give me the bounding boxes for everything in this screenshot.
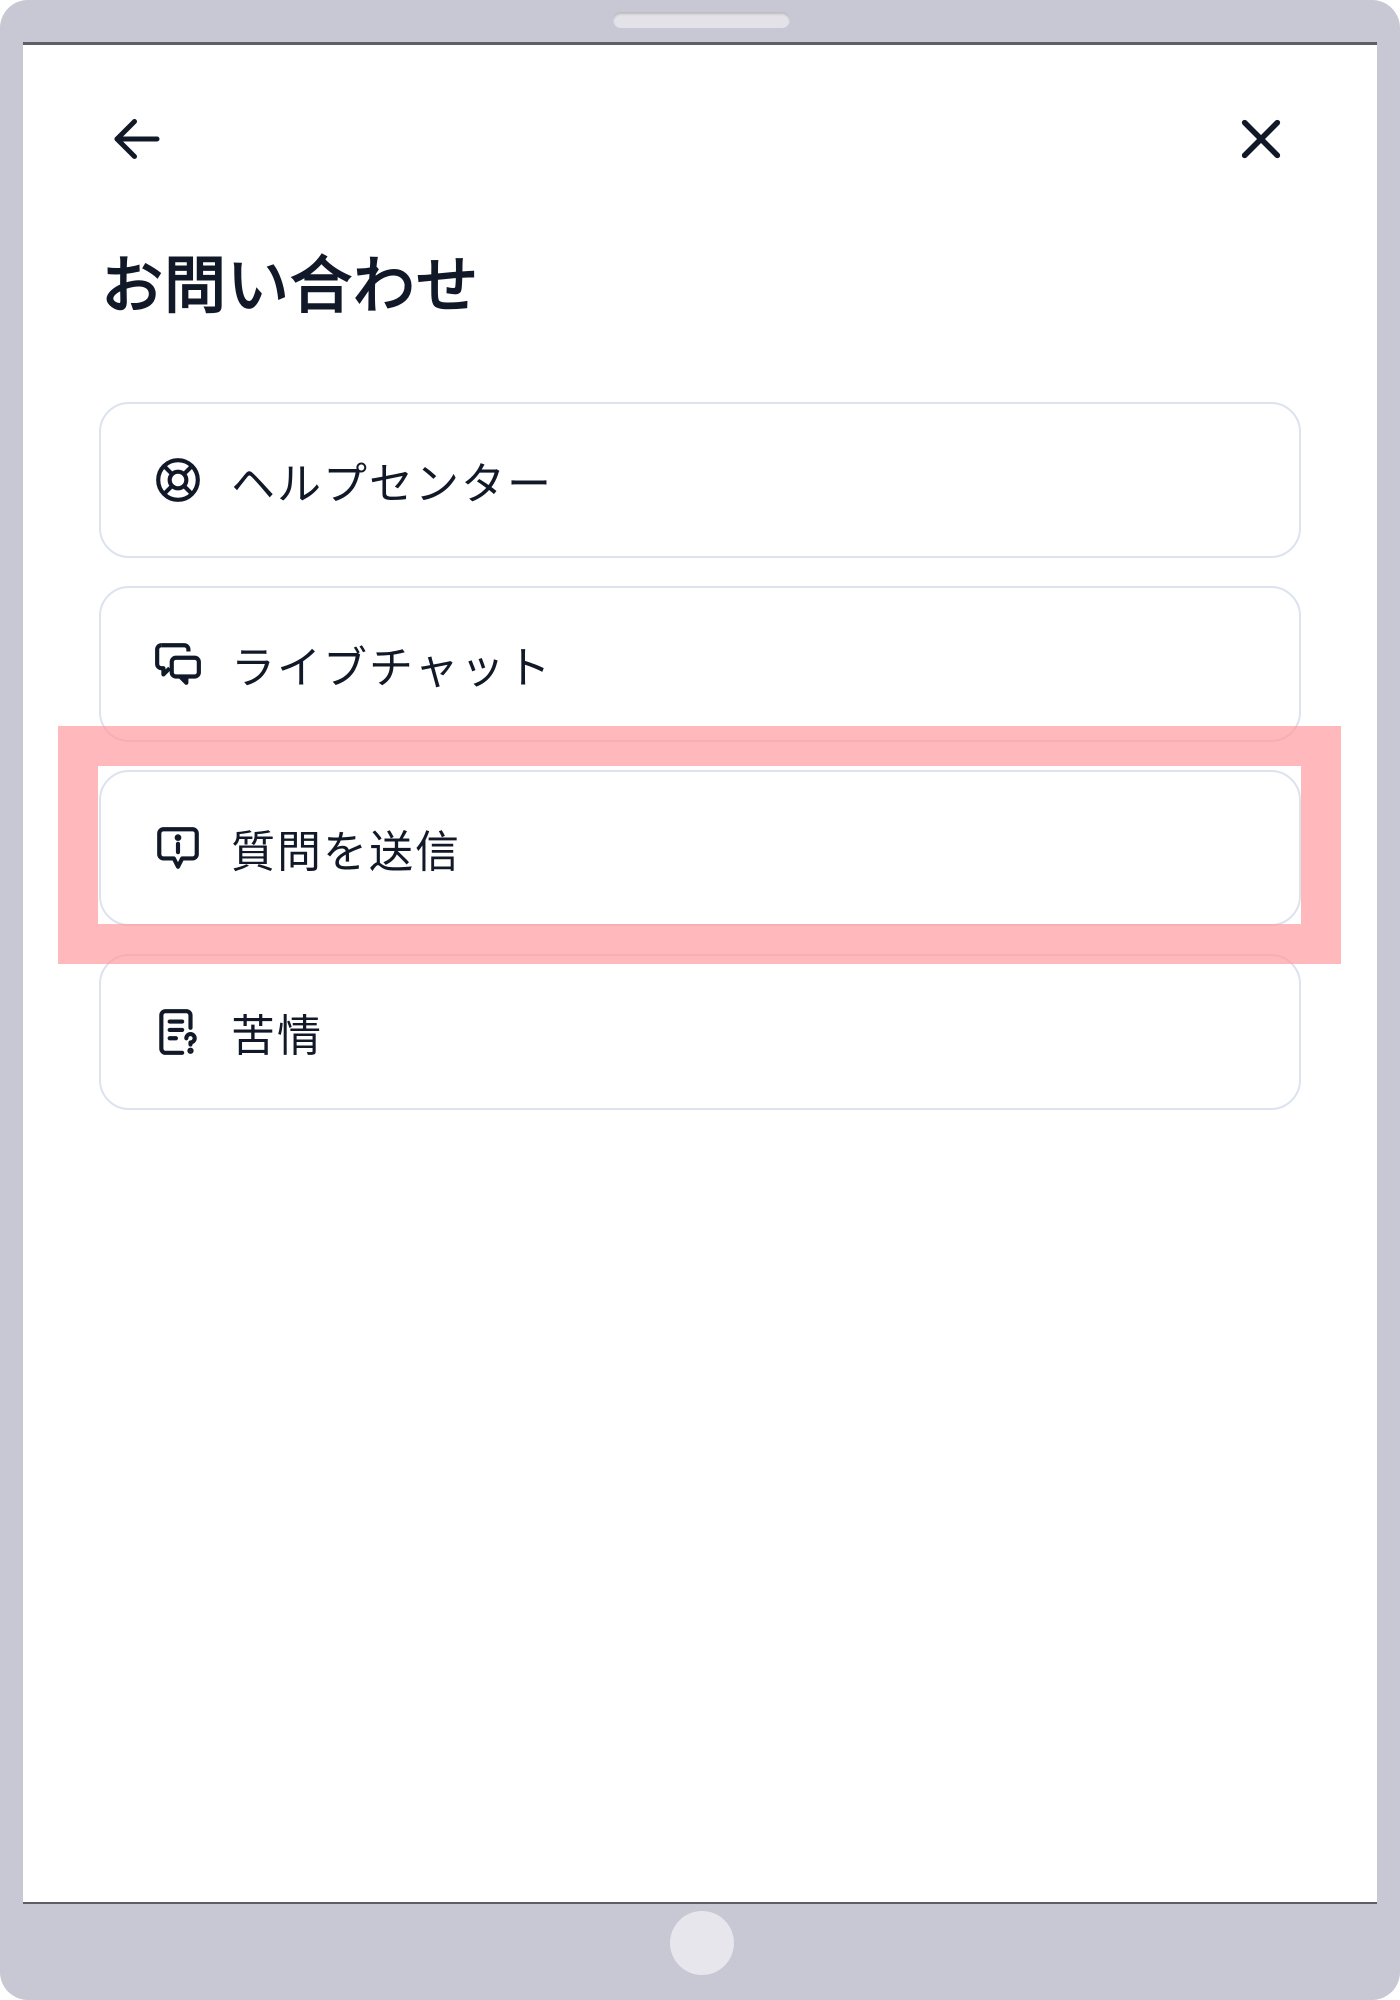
help-center-item[interactable]: ヘルプセンター <box>99 402 1301 558</box>
back-button[interactable] <box>101 103 173 175</box>
app-screen: お問い合わせ ヘルプセンター ライブチャット 質問を送信 苦情 <box>23 42 1377 1904</box>
close-button[interactable] <box>1225 103 1297 175</box>
help-center-label: ヘルプセンター <box>231 459 553 510</box>
close-icon <box>1241 119 1281 159</box>
device-home-button[interactable] <box>670 1911 734 1975</box>
device-speaker <box>613 12 790 28</box>
contact-options-list: ヘルプセンター ライブチャット 質問を送信 苦情 <box>99 402 1301 1138</box>
arrow-left-icon <box>114 119 160 159</box>
page-title: お問い合わせ <box>101 249 480 322</box>
live-chat-item[interactable]: ライブチャット <box>99 586 1301 742</box>
submit-question-label: 質問を送信 <box>231 827 461 878</box>
submit-question-item[interactable]: 質問を送信 <box>99 770 1301 926</box>
chat-bubbles-icon <box>153 639 203 689</box>
live-chat-label: ライブチャット <box>231 643 553 694</box>
lifebuoy-icon <box>153 455 203 505</box>
complaint-document-icon <box>153 1007 203 1057</box>
complaint-item[interactable]: 苦情 <box>99 954 1301 1110</box>
complaint-label: 苦情 <box>231 1011 323 1062</box>
message-info-icon <box>153 823 203 873</box>
